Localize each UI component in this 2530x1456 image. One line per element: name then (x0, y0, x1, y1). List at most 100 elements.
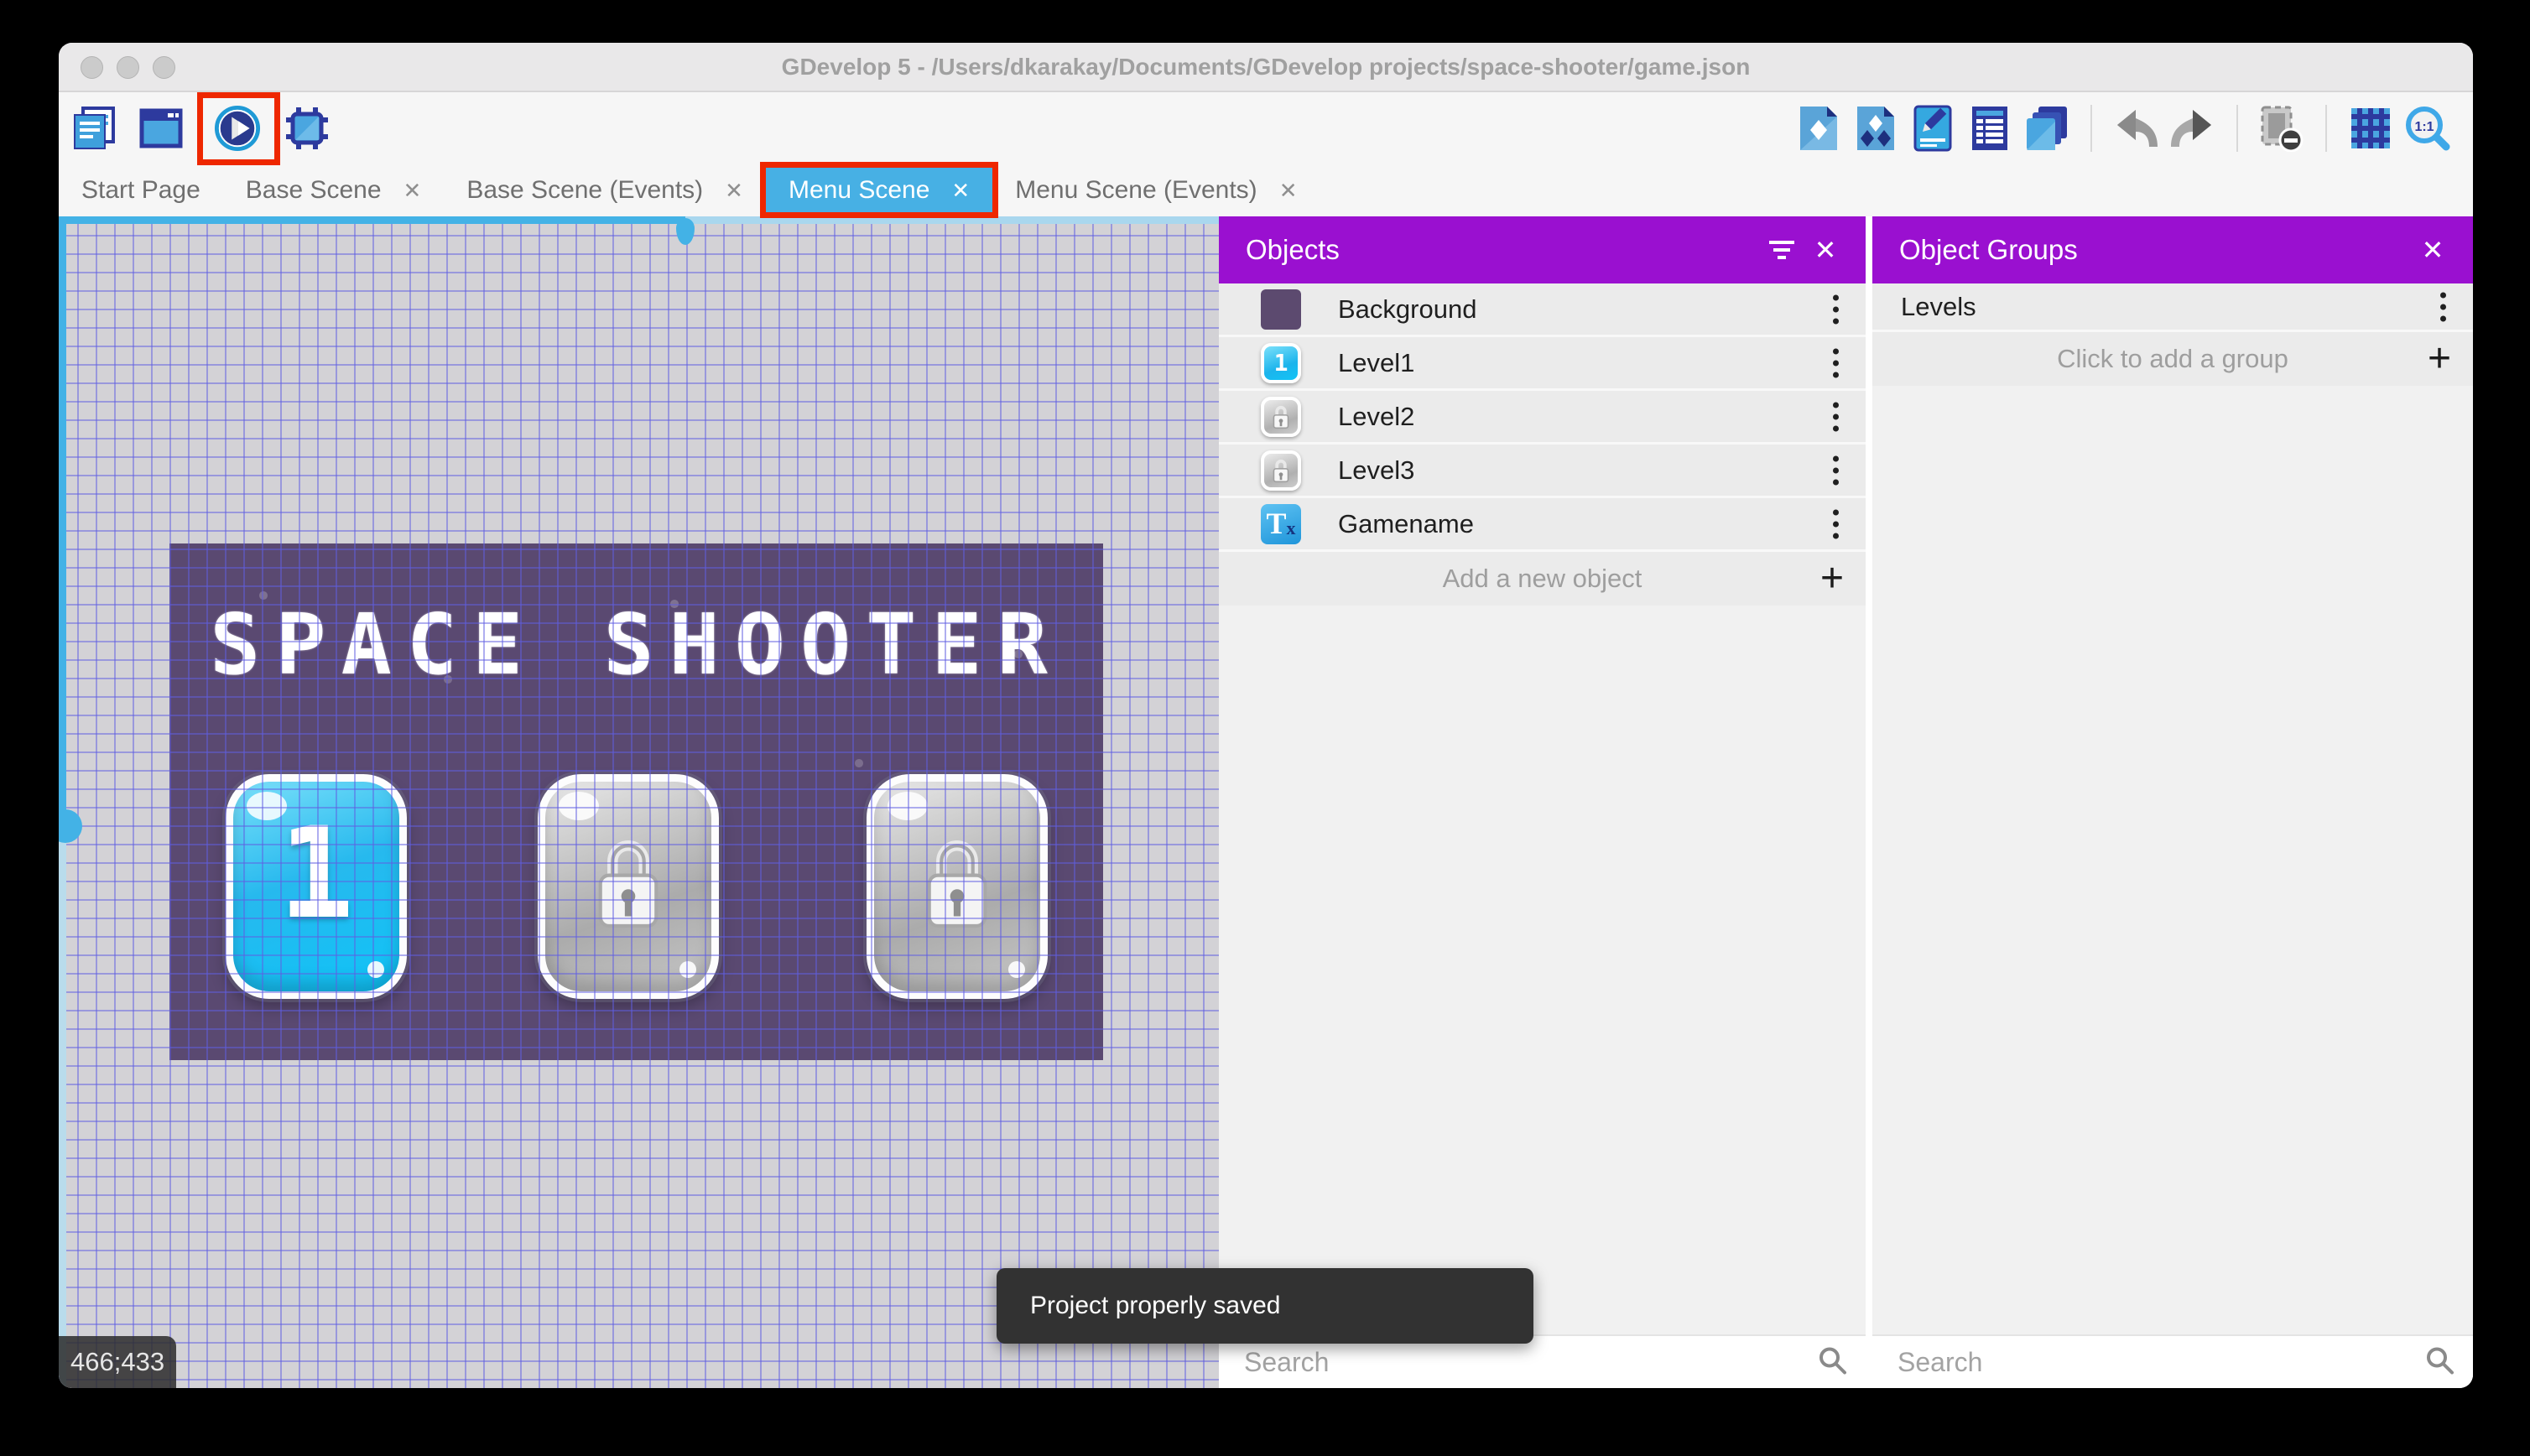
tab-base-scene[interactable]: Base Scene ✕ (223, 164, 445, 216)
level1-number: 1 (278, 801, 355, 947)
objects-panel: Objects ✕ Background 1 Level1 Level2 Lev… (1219, 216, 1866, 1388)
redo-icon[interactable] (2169, 103, 2216, 153)
tab-menu-scene[interactable]: Menu Scene ✕ (759, 162, 999, 218)
object-row-level2[interactable]: Level2 (1219, 391, 1866, 445)
tab-close-icon[interactable]: ✕ (403, 179, 422, 201)
play-icon[interactable] (197, 91, 280, 165)
groups-list: Levels Click to add a group + (1872, 283, 2473, 386)
scene-stars (169, 543, 173, 547)
main-area: SPACE SHOOTER 1 466;433 Project properly… (59, 216, 2473, 1388)
kebab-menu-icon[interactable] (1828, 343, 1844, 382)
object-row-level1[interactable]: 1 Level1 (1219, 337, 1866, 391)
scene-preview[interactable]: SPACE SHOOTER 1 (169, 543, 1103, 1060)
kebab-menu-icon[interactable] (1828, 397, 1844, 436)
toolbar: 1:1 (59, 91, 2473, 165)
svg-text:1:1: 1:1 (2414, 120, 2434, 134)
text-object-icon: Tx (1261, 503, 1301, 544)
objects-panel-title: Objects (1246, 234, 1340, 265)
locked-button-icon (1261, 450, 1301, 491)
kebab-menu-icon[interactable] (1828, 289, 1844, 329)
screenshot-stage: GDevelop 5 - /Users/dkarakay/Documents/G… (0, 0, 2530, 1456)
scene-canvas[interactable]: SPACE SHOOTER 1 466;433 (59, 216, 1219, 1388)
object-label: Gamename (1338, 508, 1474, 538)
kebab-menu-icon[interactable] (2435, 287, 2451, 326)
tab-base-scene-events[interactable]: Base Scene (Events) ✕ (444, 164, 766, 216)
level-1-button-icon: 1 (1261, 342, 1301, 383)
tab-label: Menu Scene (788, 175, 930, 204)
horizontal-scrollbar[interactable] (59, 216, 1219, 224)
grid-icon[interactable] (2347, 103, 2394, 153)
instances-list-icon[interactable] (1966, 103, 2013, 153)
panel-divider (1866, 216, 1872, 1388)
add-object-row[interactable]: Add a new object + (1219, 552, 1866, 606)
tab-close-icon[interactable]: ✕ (1279, 179, 1298, 201)
kebab-menu-icon[interactable] (1828, 450, 1844, 490)
locked-button-icon (1261, 396, 1301, 437)
edit-properties-icon[interactable] (1909, 103, 1956, 153)
object-label: Background (1338, 294, 1477, 324)
object-groups-panel: Object Groups ✕ Levels Click to add a gr… (1872, 216, 2473, 1388)
tab-close-icon[interactable]: ✕ (951, 179, 970, 201)
tab-start-page[interactable]: Start Page (59, 164, 223, 216)
objects-search-input[interactable] (1219, 1336, 1866, 1388)
kebab-menu-icon[interactable] (1828, 504, 1844, 543)
tab-label: Base Scene (245, 175, 382, 204)
objects-list: Background 1 Level1 Level2 Level3 T x Ga… (1219, 283, 1866, 606)
lock-icon (598, 840, 659, 928)
toolbar-separator (2236, 104, 2238, 152)
undo-icon[interactable] (2112, 103, 2159, 153)
scene-title-instance[interactable]: SPACE SHOOTER (169, 595, 1103, 694)
objects-panel-header: Objects ✕ (1219, 216, 1866, 283)
groups-search-row (1872, 1334, 2473, 1388)
tab-label: Base Scene (Events) (466, 175, 704, 204)
tab-label: Start Page (81, 175, 200, 204)
object-label: Level3 (1338, 455, 1415, 485)
toolbar-separator (2325, 104, 2327, 152)
add-group-row[interactable]: Click to add a group + (1872, 332, 2473, 386)
background-swatch-icon (1261, 289, 1301, 330)
level2-button-instance[interactable] (538, 774, 719, 999)
toolbar-left-group (59, 91, 331, 165)
tab-bar: Start Page Base Scene ✕ Base Scene (Even… (59, 162, 2473, 218)
filter-icon[interactable] (1760, 228, 1804, 272)
lock-icon (927, 840, 987, 928)
window-title: GDevelop 5 - /Users/dkarakay/Documents/G… (781, 54, 1751, 80)
groups-search-input[interactable] (1872, 1336, 2473, 1388)
object-row-gamename[interactable]: Tx Gamename (1219, 498, 1866, 552)
vertical-scrollbar-thumb[interactable] (59, 809, 82, 843)
groups-panel-title: Object Groups (1899, 234, 2078, 265)
close-icon[interactable]: ✕ (2411, 228, 2455, 272)
object-row-level3[interactable]: Level3 (1219, 445, 1866, 498)
toolbar-separator (2090, 104, 2092, 152)
group-label: Levels (1901, 291, 1976, 321)
object-label: Level2 (1338, 401, 1415, 431)
scene-window-icon[interactable] (138, 103, 185, 153)
cursor-coordinates: 466;433 (59, 1336, 177, 1388)
tab-label: Menu Scene (Events) (1015, 175, 1257, 204)
save-toast: Project properly saved (997, 1268, 1533, 1344)
tab-menu-scene-events[interactable]: Menu Scene (Events) ✕ (992, 164, 1320, 216)
add-group-label: Click to add a group (2057, 344, 2288, 373)
groups-panel-header: Object Groups ✕ (1872, 216, 2473, 283)
add-object-label: Add a new object (1442, 564, 1642, 593)
debug-icon[interactable] (284, 103, 331, 153)
level1-button-instance[interactable]: 1 (226, 774, 407, 999)
object-row-background[interactable]: Background (1219, 283, 1866, 337)
plus-icon[interactable]: + (2428, 339, 2451, 379)
gdevelop-window: GDevelop 5 - /Users/dkarakay/Documents/G… (59, 43, 2473, 1388)
object-label: Level1 (1338, 347, 1415, 377)
toolbar-right-group: 1:1 (1795, 103, 2473, 153)
window-mask-icon[interactable] (2258, 103, 2305, 153)
group-row-levels[interactable]: Levels (1872, 283, 2473, 332)
horizontal-scrollbar-thumb[interactable] (676, 218, 695, 245)
tab-close-icon[interactable]: ✕ (725, 179, 743, 201)
vertical-scrollbar[interactable] (59, 216, 66, 1388)
layers-icon[interactable] (2023, 103, 2070, 153)
plus-icon[interactable]: + (1820, 559, 1844, 599)
level3-button-instance[interactable] (867, 774, 1048, 999)
close-icon[interactable]: ✕ (1804, 228, 1847, 272)
zoom-1-1-icon[interactable]: 1:1 (2404, 103, 2451, 153)
object-groups-icon[interactable] (1852, 103, 1899, 153)
add-object-icon[interactable] (1795, 103, 1842, 153)
project-manager-icon[interactable] (71, 103, 118, 153)
